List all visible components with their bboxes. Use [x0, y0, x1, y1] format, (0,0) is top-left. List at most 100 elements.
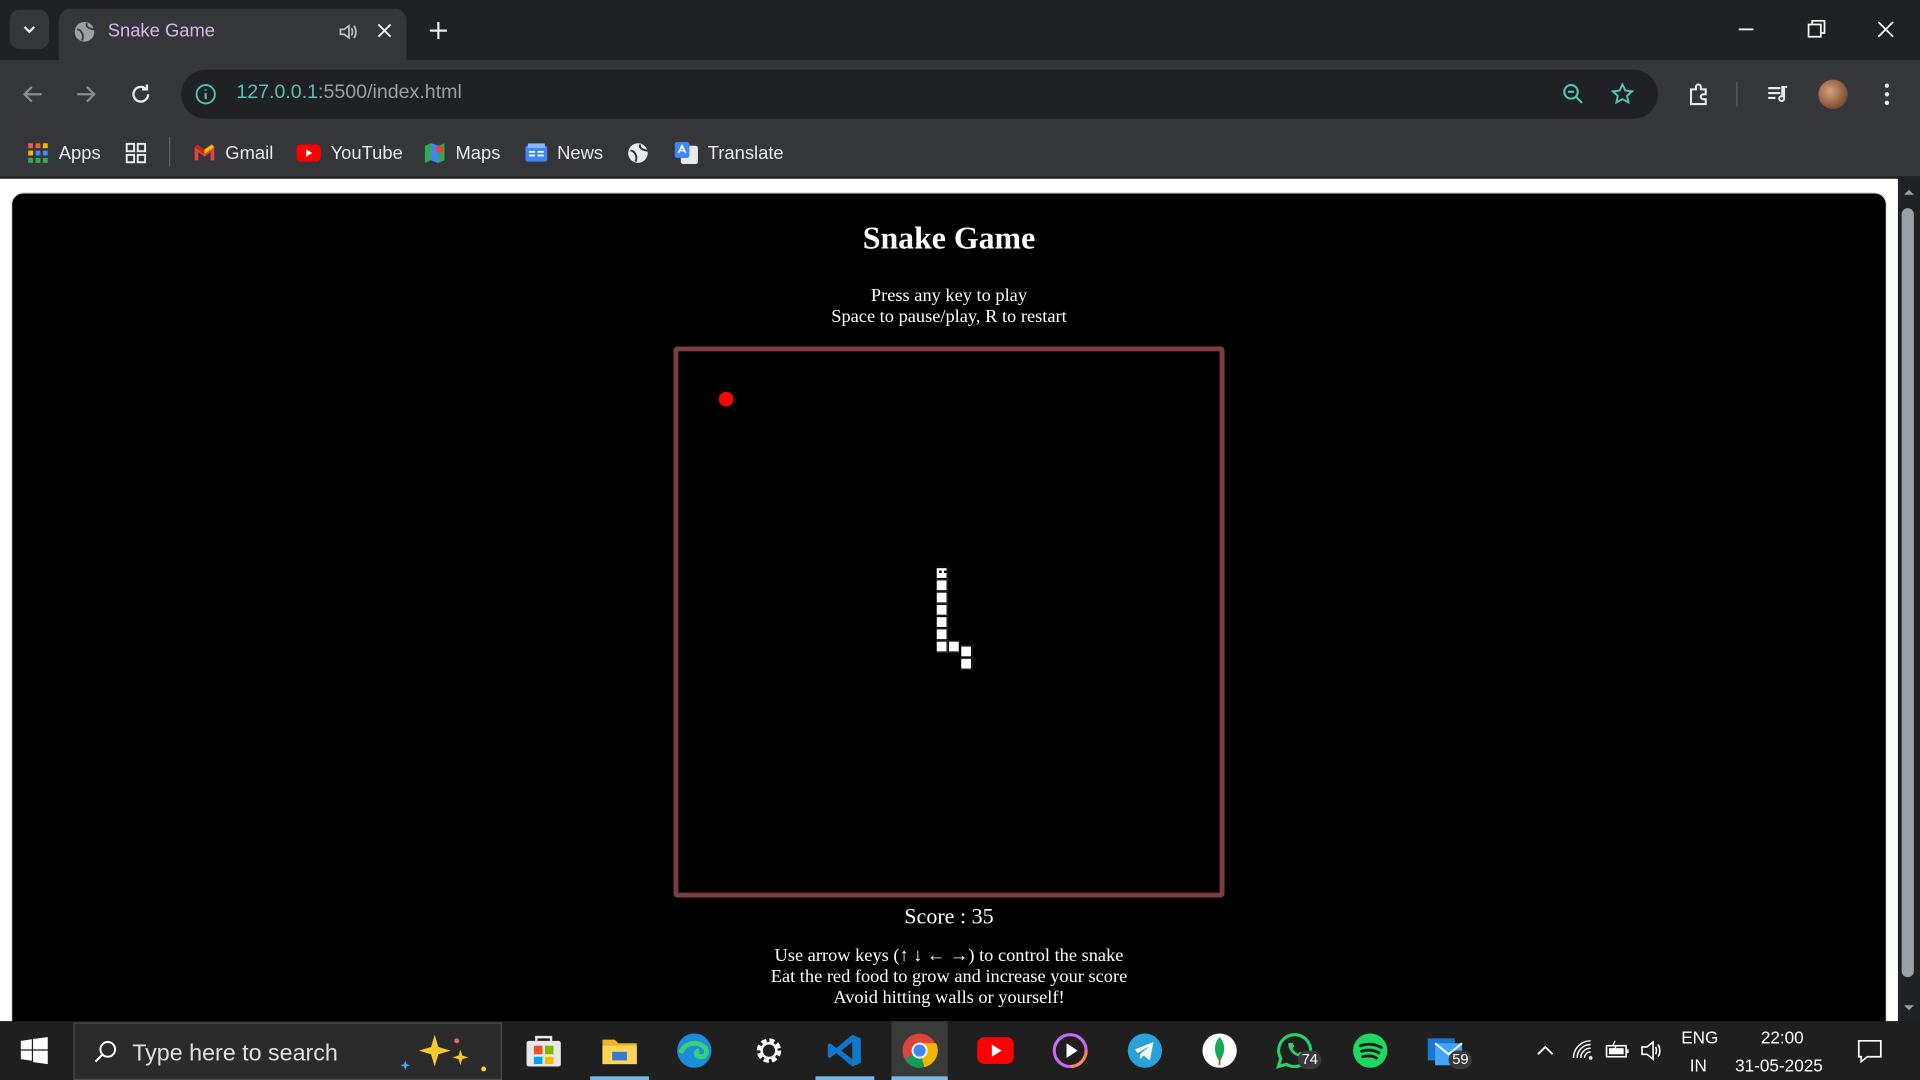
screen: Snake Game 127.0.0.1:5500/index.html App…: [0, 0, 1920, 1080]
chevron-down-icon: [23, 26, 36, 34]
gear-icon: [756, 1038, 782, 1063]
bookmark-translate[interactable]: Translate: [674, 138, 784, 167]
tab-groups-icon: [125, 142, 147, 164]
spotify-icon: [1353, 1033, 1388, 1068]
bookmarks-bar: Apps Gmail YouTube Maps News Translate: [0, 128, 1920, 178]
bookmark-label: YouTube: [330, 142, 403, 164]
forward-arrow-icon[interactable]: [71, 80, 100, 109]
search-icon: [94, 1041, 117, 1063]
zoom-icon[interactable]: [1560, 81, 1587, 108]
snake-segment: [935, 628, 948, 641]
folder-icon: [602, 1039, 637, 1065]
tab-search-button[interactable]: [9, 9, 49, 49]
minimize-icon[interactable]: [1731, 15, 1760, 44]
extensions-icon[interactable]: [1685, 80, 1714, 109]
taskbar-microsoft-store[interactable]: [524, 1031, 563, 1070]
notification-icon[interactable]: [1856, 1037, 1883, 1064]
taskbar-chrome[interactable]: [891, 1021, 948, 1080]
snake-segment: [935, 640, 948, 653]
url-path: :5500/index.html: [318, 82, 462, 103]
scrollbar-thumb[interactable]: [1901, 208, 1914, 978]
bookmark-star-icon[interactable]: [1609, 81, 1636, 108]
bookmark-globe[interactable]: [627, 138, 649, 167]
taskbar-edge[interactable]: [675, 1031, 714, 1070]
close-window-icon[interactable]: [1871, 15, 1900, 44]
close-tab-icon[interactable]: [372, 18, 396, 42]
bookmark-youtube[interactable]: YouTube: [296, 138, 403, 167]
game-board[interactable]: [673, 346, 1225, 898]
youtube-icon: [296, 144, 321, 162]
instruction-play: Press any key to play: [870, 286, 1028, 307]
snake-segment: [947, 640, 961, 653]
search-placeholder: Type here to search: [132, 1040, 338, 1067]
snake-food: [718, 391, 734, 407]
clock[interactable]: 22:00 31-05-2025: [1731, 1021, 1834, 1080]
apps-grid-icon: [28, 143, 48, 163]
more-menu-icon[interactable]: [1872, 80, 1901, 109]
wifi-icon[interactable]: [1571, 1038, 1595, 1062]
volume-icon[interactable]: [1640, 1038, 1664, 1062]
tab-title: Snake Game: [107, 20, 215, 42]
bookmark-apps[interactable]: Apps: [27, 138, 101, 167]
snake-head: [935, 566, 948, 580]
bookmark-label: Apps: [58, 142, 101, 164]
windows-start-icon[interactable]: [20, 1036, 49, 1065]
scroll-down-arrow-icon[interactable]: [1900, 999, 1917, 1016]
taskbar-mongodb[interactable]: [1200, 1031, 1239, 1070]
taskbar-vscode[interactable]: [825, 1031, 864, 1070]
windows-taskbar: Type here to search 74 59 ENG IN 22:00 3…: [0, 1021, 1920, 1080]
active-app-indicator: [815, 1076, 875, 1080]
bookmark-maps[interactable]: Maps: [424, 138, 501, 167]
restore-icon[interactable]: [1801, 15, 1830, 44]
url-text[interactable]: 127.0.0.1:5500/index.html: [236, 82, 461, 104]
snake-segment: [935, 615, 948, 629]
taskbar-file-explorer[interactable]: [600, 1031, 639, 1070]
language-indicator[interactable]: ENG IN: [1681, 1021, 1718, 1080]
vscode-icon: [827, 1034, 861, 1067]
mail-notification-badge: 59: [1448, 1050, 1473, 1069]
toolbar-separator: [1736, 82, 1738, 107]
taskbar-media-player[interactable]: [1051, 1031, 1090, 1070]
scroll-up-arrow-icon[interactable]: [1900, 184, 1917, 201]
bookmark-news[interactable]: News: [525, 138, 603, 167]
taskbar-search-box[interactable]: Type here to search: [73, 1022, 503, 1080]
active-app-indicator: [590, 1076, 649, 1080]
speaker-icon[interactable]: [336, 20, 360, 44]
bookmark-label: Translate: [707, 142, 784, 164]
store-icon: [526, 1035, 561, 1067]
help-arrow-keys: Use arrow keys (↑ ↓ ← →) to control the …: [774, 946, 1124, 967]
snake-segment: [935, 603, 948, 616]
browser-toolbar: 127.0.0.1:5500/index.html: [0, 60, 1920, 129]
chevron-up-icon[interactable]: [1534, 1040, 1556, 1062]
snake-segment: [935, 591, 948, 604]
taskbar-youtube[interactable]: [976, 1031, 1015, 1070]
taskbar-spotify[interactable]: [1351, 1031, 1390, 1070]
translate-icon: [674, 142, 698, 165]
leaf-icon: [1202, 1033, 1237, 1068]
tab-snake-game[interactable]: Snake Game: [58, 8, 407, 61]
bookmark-gmail[interactable]: Gmail: [193, 138, 273, 167]
bookmark-separator: [168, 137, 171, 167]
media-control-icon[interactable]: [1763, 80, 1792, 109]
address-bar[interactable]: 127.0.0.1:5500/index.html: [181, 69, 1658, 119]
taskbar-telegram[interactable]: [1125, 1031, 1164, 1070]
new-tab-icon[interactable]: [424, 16, 453, 45]
bookmark-label: Maps: [455, 142, 501, 164]
profile-avatar[interactable]: [1818, 79, 1848, 109]
copilot-sparkle-icon[interactable]: [396, 1030, 494, 1074]
snake-segment: [960, 645, 973, 658]
help-eat-food: Eat the red food to grow and increase yo…: [770, 967, 1128, 987]
battery-icon[interactable]: [1604, 1040, 1631, 1062]
page-viewport: Snake Game Press any key to play Space t…: [0, 178, 1898, 1050]
taskbar-settings[interactable]: [749, 1031, 788, 1070]
back-arrow-icon[interactable]: [18, 80, 47, 109]
youtube-icon: [977, 1037, 1014, 1065]
globe-icon: [74, 22, 95, 42]
tab-strip: Snake Game: [0, 0, 1920, 61]
bookmark-tab-groups[interactable]: [125, 138, 147, 167]
reload-icon[interactable]: [126, 80, 155, 109]
score-display: Score : 35: [904, 903, 994, 929]
instruction-controls: Space to pause/play, R to restart: [831, 307, 1067, 327]
site-info-icon[interactable]: [193, 82, 217, 106]
active-app-indicator: [891, 1076, 948, 1080]
